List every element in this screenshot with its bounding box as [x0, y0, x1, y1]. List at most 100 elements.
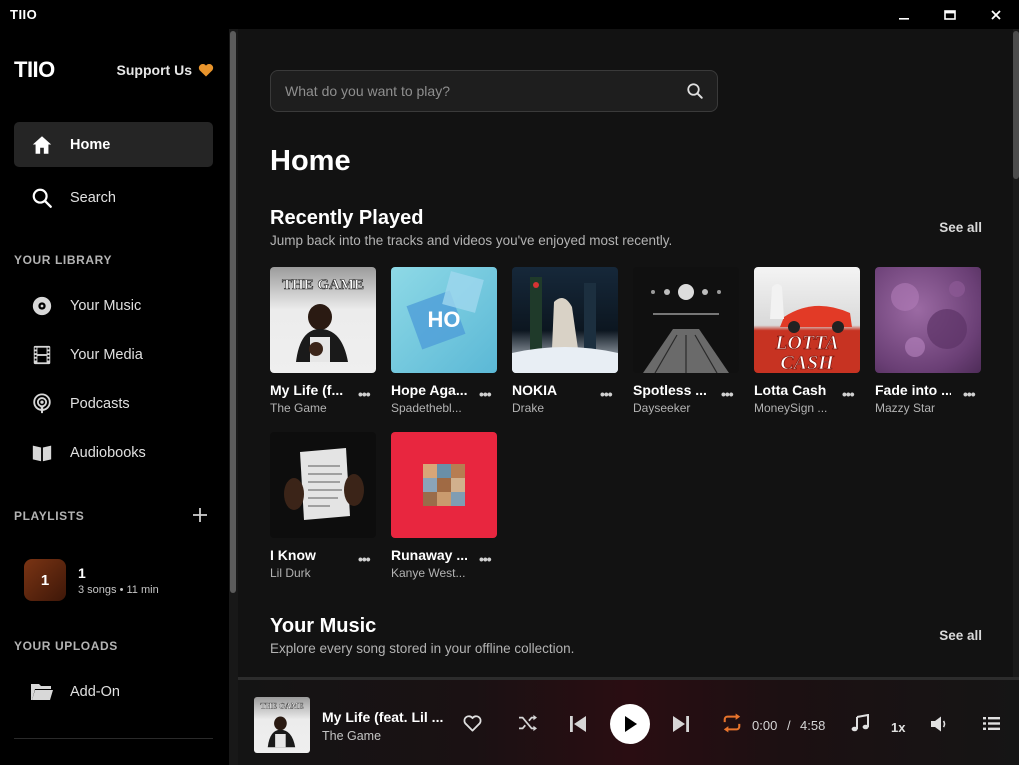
minimize-button[interactable] — [881, 0, 927, 29]
album-title: I Know — [270, 547, 316, 563]
disc-icon — [14, 295, 70, 317]
playlist-title: 1 — [78, 564, 86, 581]
now-playing-art[interactable]: THE GAME — [254, 697, 310, 753]
main-scrollbar[interactable] — [1013, 29, 1019, 677]
maximize-icon — [944, 9, 956, 20]
now-playing-artist[interactable]: The Game — [322, 729, 381, 743]
more-options-icon[interactable]: ••• — [358, 551, 371, 567]
like-button[interactable] — [463, 715, 482, 732]
sidebar: TIIO Support Us Home Search YOUR LIBRARY… — [0, 29, 229, 765]
sidebar-item-search[interactable]: Search — [14, 175, 213, 220]
sidebar-item-label: Your Music — [70, 297, 142, 314]
main-scrollbar-thumb[interactable] — [1013, 31, 1019, 179]
playlist-thumbnail: 1 — [24, 559, 66, 601]
album-artist[interactable]: The Game — [270, 401, 350, 415]
add-playlist-button[interactable] — [192, 507, 208, 528]
more-options-icon[interactable]: ••• — [842, 386, 855, 402]
skip-previous-icon — [570, 716, 586, 732]
album-card[interactable]: Fade into ... Mazzy Star ••• — [875, 267, 981, 415]
album-art: HO — [391, 267, 497, 373]
more-options-icon[interactable]: ••• — [358, 386, 371, 402]
album-card[interactable]: Spotless ... Dayseeker ••• — [633, 267, 739, 415]
next-button[interactable] — [672, 715, 690, 733]
album-artist[interactable]: Drake — [512, 401, 592, 415]
sidebar-item-your-media[interactable]: Your Media — [14, 332, 213, 377]
album-art — [391, 432, 497, 538]
playback-rate-button[interactable]: 1x — [891, 720, 905, 735]
window-controls — [881, 0, 1019, 29]
svg-text:HO: HO — [428, 307, 461, 332]
sidebar-item-audiobooks[interactable]: Audiobooks — [14, 430, 213, 475]
playlist-meta: 3 songs • 11 min — [78, 583, 159, 596]
search-icon[interactable] — [673, 82, 717, 100]
more-options-icon[interactable]: ••• — [479, 551, 492, 567]
support-label: Support Us — [116, 62, 192, 78]
library-heading: YOUR LIBRARY — [14, 253, 113, 267]
recently-played-see-all[interactable]: See all — [939, 220, 982, 235]
more-options-icon[interactable]: ••• — [479, 386, 492, 402]
volume-button[interactable] — [930, 716, 947, 732]
album-artist[interactable]: Spadethebl... — [391, 401, 471, 415]
maximize-button[interactable] — [927, 0, 973, 29]
album-artist[interactable]: Kanye West... — [391, 566, 471, 580]
sidebar-scrollbar[interactable] — [229, 29, 238, 765]
close-button[interactable] — [973, 0, 1019, 29]
recently-played-title: Recently Played — [270, 207, 424, 229]
playlist-item[interactable]: 1 1 3 songs • 11 min — [24, 559, 159, 601]
repeat-icon — [723, 713, 741, 733]
sidebar-item-home[interactable]: Home — [14, 122, 213, 167]
album-title: Fade into ... — [875, 382, 951, 398]
album-card[interactable]: LOTTA CASH Lotta Cash MoneySign ... ••• — [754, 267, 860, 415]
title-bar: TIIO — [0, 0, 1019, 29]
previous-button[interactable] — [569, 715, 587, 733]
album-card[interactable]: Runaway ... Kanye West... ••• — [391, 432, 497, 580]
home-icon — [14, 134, 70, 156]
sidebar-divider — [14, 738, 213, 739]
sidebar-item-add-on[interactable]: Add-On — [14, 669, 213, 714]
sidebar-scrollbar-thumb[interactable] — [230, 31, 236, 593]
album-card[interactable]: I Know Lil Durk ••• — [270, 432, 376, 580]
search-bar[interactable] — [270, 70, 718, 112]
sidebar-item-label: Audiobooks — [70, 444, 146, 461]
svg-text:THE GAME: THE GAME — [282, 277, 364, 293]
album-artist[interactable]: Dayseeker — [633, 401, 713, 415]
sidebar-item-podcasts[interactable]: Podcasts — [14, 381, 213, 426]
search-input[interactable] — [271, 83, 673, 99]
window-title: TIIO — [10, 7, 38, 22]
play-icon — [625, 716, 637, 732]
repeat-button[interactable] — [721, 713, 743, 733]
album-art — [512, 267, 618, 373]
volume-icon — [931, 716, 946, 732]
album-art: THE GAME — [270, 267, 376, 373]
album-card[interactable]: NOKIA Drake ••• — [512, 267, 618, 415]
music-note-icon — [851, 714, 869, 732]
album-title: My Life (f... — [270, 382, 344, 398]
svg-text:CASH: CASH — [780, 352, 835, 373]
your-music-subtitle: Explore every song stored in your offlin… — [270, 641, 575, 656]
shuffle-button[interactable] — [517, 714, 539, 732]
play-button[interactable] — [610, 704, 650, 744]
album-artist[interactable]: MoneySign ... — [754, 401, 834, 415]
your-music-see-all[interactable]: See all — [939, 628, 982, 643]
sidebar-item-label: Add-On — [70, 683, 120, 700]
lyrics-button[interactable] — [851, 714, 869, 732]
album-card[interactable]: HO Hope Aga... Spadethebl... ••• — [391, 267, 497, 415]
current-time: 0:00 — [752, 718, 778, 733]
sidebar-item-label: Your Media — [70, 346, 143, 363]
album-art — [875, 267, 981, 373]
album-artist[interactable]: Mazzy Star — [875, 401, 955, 415]
playlists-heading: PLAYLISTS — [14, 509, 85, 523]
skip-next-icon — [673, 716, 689, 732]
more-options-icon[interactable]: ••• — [600, 386, 613, 402]
more-options-icon[interactable]: ••• — [721, 386, 734, 402]
now-playing-title[interactable]: My Life (feat. Lil ... — [322, 709, 446, 725]
support-us-link[interactable]: Support Us — [117, 62, 214, 78]
queue-button[interactable] — [983, 716, 1000, 731]
sidebar-item-your-music[interactable]: Your Music — [14, 283, 213, 328]
album-title: Runaway ... — [391, 547, 467, 563]
album-artist[interactable]: Lil Durk — [270, 566, 350, 580]
more-options-icon[interactable]: ••• — [963, 386, 976, 402]
album-card[interactable]: THE GAME My Life (f... The Game ••• — [270, 267, 376, 415]
heart-icon — [198, 63, 214, 77]
track-duration: 4:58 — [800, 718, 826, 733]
